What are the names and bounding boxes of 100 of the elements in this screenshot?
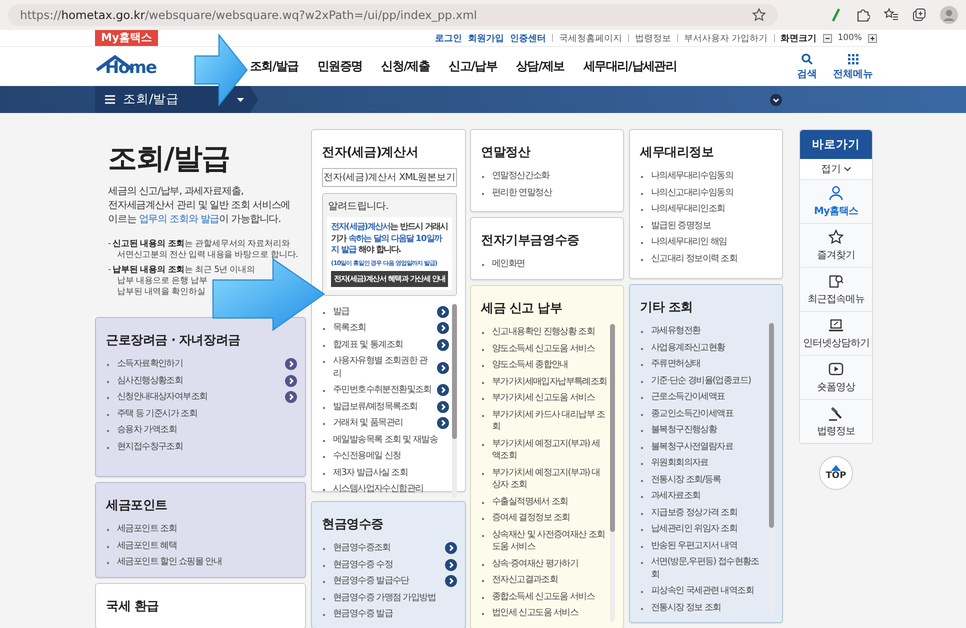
menu-link[interactable]: 현금영수증 수정 bbox=[322, 556, 457, 573]
site-link[interactable]: 법령정보 bbox=[634, 32, 671, 44]
menu-link[interactable]: 심사진행상황조회 bbox=[106, 372, 297, 389]
my-hometax-button[interactable]: My홈택스 bbox=[95, 30, 158, 46]
expand-icon[interactable] bbox=[770, 94, 782, 106]
menu-link[interactable]: 부가가치세 예정고지(부과) 세액조회 bbox=[481, 436, 607, 464]
all-menu-button[interactable]: 전체메뉴 bbox=[833, 52, 873, 80]
menu-link[interactable]: 현금영수증 발급수단 bbox=[322, 573, 457, 590]
menu-link[interactable]: 피상속인 국세관련 내역조회 bbox=[640, 583, 766, 600]
menu-link[interactable]: 부가가치세 카드사 대리납부 조회 bbox=[481, 406, 607, 436]
quick-menu-item[interactable]: 즐겨찾기 bbox=[800, 223, 872, 267]
menu-link[interactable]: 상속재산 및 사전증여재산 조회 도움 서비스 bbox=[481, 526, 607, 556]
favorites-icon[interactable] bbox=[884, 8, 898, 22]
menu-link[interactable]: 과세유형전환 bbox=[640, 323, 766, 340]
chevron-circle-icon[interactable] bbox=[437, 417, 449, 430]
menu-link[interactable]: 현지접수창구조회 bbox=[106, 438, 297, 455]
menu-link[interactable]: 전통시장 조회/등록 bbox=[640, 472, 766, 488]
menu-link[interactable]: 부가가치세 신고도움 서비스 bbox=[481, 390, 607, 406]
menu-link[interactable]: 부가가치세매입자납부특례조회 bbox=[481, 374, 607, 390]
menu-link[interactable]: 발급보류/예정목록조회 bbox=[322, 398, 449, 415]
favorite-star-icon[interactable] bbox=[752, 8, 766, 22]
menu-link[interactable]: 편리한 연말정산 bbox=[481, 184, 615, 201]
zoom-in-icon[interactable] bbox=[868, 34, 877, 42]
menu-link[interactable]: 전통시장 정보 조회 bbox=[640, 600, 766, 616]
zoom-out-icon[interactable] bbox=[822, 34, 832, 42]
menu-link[interactable]: 거래처 및 품목관리 bbox=[322, 415, 449, 432]
site-link[interactable]: 국세청홈페이지 bbox=[558, 32, 622, 44]
chevron-circle-icon[interactable] bbox=[437, 362, 449, 374]
menu-link[interactable]: 불복청구사전열람자료 bbox=[640, 438, 766, 455]
menu-link[interactable]: 현금영수증 가맹점 가입방법 bbox=[322, 590, 457, 606]
account-link[interactable]: 회원가입 bbox=[468, 32, 504, 44]
menu-link[interactable]: 지급보증 정상가격 조회 bbox=[640, 504, 766, 521]
menu-link[interactable]: 승용차 가액조회 bbox=[106, 422, 297, 438]
menu-link[interactable]: 반송된 우편고지서 내역 bbox=[640, 538, 766, 554]
chevron-circle-icon[interactable] bbox=[285, 374, 297, 387]
menu-link[interactable]: 연말정산간소화 bbox=[481, 168, 615, 184]
chevron-circle-icon[interactable] bbox=[437, 322, 449, 334]
menu-link[interactable]: 납세관리인 위임자 조회 bbox=[640, 521, 766, 538]
menu-link[interactable]: 발급된 증명정보 bbox=[640, 218, 774, 234]
menu-link[interactable]: 상속·증여재산 평가하기 bbox=[481, 556, 607, 572]
menu-link[interactable]: 양도소득세 신고도움 서비스 bbox=[481, 340, 607, 357]
menu-link[interactable]: 주류면허상태 bbox=[640, 356, 766, 372]
menu-link[interactable]: 세금포인트 혜택 bbox=[106, 538, 297, 554]
menu-link[interactable]: 나의세무대리인조회 bbox=[640, 201, 774, 218]
site-link[interactable]: 부서사용자 가입하기 bbox=[684, 32, 768, 44]
menu-link[interactable]: 나의세무대리수임동의 bbox=[640, 168, 774, 184]
quick-menu-item[interactable]: 최근접속메뉴 bbox=[800, 267, 872, 311]
chevron-circle-icon[interactable] bbox=[285, 391, 297, 404]
menu-link[interactable]: 근로소득간이세액표 bbox=[640, 389, 766, 406]
menu-link[interactable]: 위원회회의자료 bbox=[640, 455, 766, 472]
menu-link[interactable]: 부가가치세 예정고지(부과) 대상자 조회 bbox=[481, 464, 607, 494]
menu-link[interactable]: 신고내용확인 진행상황 조회 bbox=[481, 324, 607, 340]
search-button[interactable]: 검색 bbox=[797, 52, 817, 80]
nav-menu-item[interactable]: 세무대리/납세관리 bbox=[583, 58, 677, 75]
nav-menu-item[interactable]: 민원증명 bbox=[317, 58, 362, 75]
chevron-circle-icon[interactable] bbox=[445, 558, 457, 571]
nav-menu-item[interactable]: 신청/제출 bbox=[381, 58, 430, 75]
chevron-circle-icon[interactable] bbox=[445, 542, 457, 554]
menu-link[interactable]: 나의세무대리인 해임 bbox=[640, 234, 774, 250]
menu-link[interactable]: 현금영수증조회 bbox=[322, 540, 457, 556]
nav-menu-item[interactable]: 조회/발급 bbox=[250, 58, 298, 75]
menu-link[interactable]: 수출실적명세서 조회 bbox=[481, 494, 607, 510]
menu-link[interactable]: 메인화면 bbox=[481, 256, 615, 272]
puzzle-icon[interactable] bbox=[856, 8, 870, 22]
collections-icon[interactable] bbox=[912, 8, 926, 22]
menu-link[interactable]: 신청안내대상자여부조회 bbox=[106, 389, 297, 406]
xml-view-button[interactable]: 전자(세금)계산서 XML원본보기 bbox=[322, 168, 457, 187]
menu-link[interactable]: 신고대리 정보이력 조회 bbox=[640, 250, 774, 267]
chevron-circle-icon[interactable] bbox=[437, 338, 449, 351]
menu-link[interactable]: 종합소득세 신고도움 서비스 bbox=[481, 588, 607, 605]
scrollbar[interactable] bbox=[769, 323, 774, 616]
top-button[interactable]: TOP bbox=[819, 456, 853, 490]
menu-link[interactable]: 주택 등 기준시가 조회 bbox=[106, 406, 297, 422]
scrollbar[interactable] bbox=[610, 324, 615, 622]
chevron-circle-icon[interactable] bbox=[437, 384, 449, 396]
chevron-circle-icon[interactable] bbox=[437, 400, 449, 413]
menu-link[interactable]: 법인세 신고도움 서비스 bbox=[481, 605, 607, 622]
chevron-circle-icon[interactable] bbox=[437, 306, 449, 318]
quick-menu-item[interactable]: 법령정보 bbox=[800, 399, 872, 443]
menu-link[interactable]: 과세자료조회 bbox=[640, 488, 766, 504]
menu-link[interactable]: 양도소득세 종합안내 bbox=[481, 357, 607, 374]
menu-link[interactable]: 주민번호수취분전환및조회 bbox=[322, 382, 449, 398]
quick-menu-item[interactable]: My홈택스 bbox=[800, 179, 872, 223]
menu-link[interactable]: 합계표 및 통계조회 bbox=[322, 336, 449, 353]
menu-link[interactable]: 서면(방문,우편등) 접수현황조회 bbox=[640, 554, 766, 583]
profile-icon[interactable] bbox=[940, 6, 958, 24]
breadcrumb-menu[interactable]: 조회/발급 bbox=[95, 86, 258, 113]
account-link[interactable]: 로그인 bbox=[434, 32, 462, 44]
menu-link[interactable]: 소득자료확인하기 bbox=[106, 356, 297, 372]
menu-link[interactable]: 나의신고대리수임동의 bbox=[640, 184, 774, 201]
chevron-circle-icon[interactable] bbox=[285, 358, 297, 370]
menu-link[interactable]: 메일발송목록 조회 및 재발송 bbox=[322, 432, 449, 448]
menu-link[interactable]: 세금포인트 조회 bbox=[106, 521, 297, 538]
menu-link[interactable]: 목록조회 bbox=[322, 320, 449, 336]
menu-link[interactable]: 현금영수증 발급 bbox=[322, 606, 457, 622]
menu-link[interactable]: 종교인소득간이세액표 bbox=[640, 406, 766, 422]
menu-link[interactable]: 증여세 결정정보 조회 bbox=[481, 510, 607, 526]
quick-menu-item[interactable]: 인터넷상담하기 bbox=[800, 311, 872, 355]
menu-link[interactable]: 발급 bbox=[322, 304, 449, 320]
account-link[interactable]: 인증센터 bbox=[510, 32, 546, 44]
